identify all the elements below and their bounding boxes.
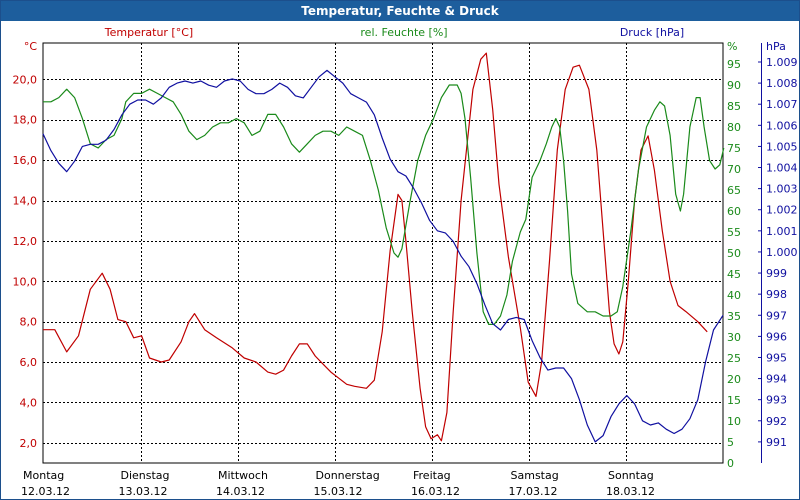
humidity-tick-label: 5 [727,436,734,449]
temperature-tick-label: 14,0 [13,195,38,208]
pressure-tick-label: 1.007 [766,98,798,111]
day-date-label: 17.03.12 [509,485,558,498]
humidity-tick-label: 70 [727,163,741,176]
temperature-tick-label: 18,0 [13,114,38,127]
temperature-tick-label: 2,0 [20,437,38,450]
temperature-line [43,52,708,442]
day-name-label: Montag [23,469,64,482]
humidity-tick-label: 55 [727,226,741,239]
temperature-tick-label: 20,0 [13,73,38,86]
humidity-tick-label: 85 [727,100,741,113]
temperature-axis-title: Temperatur [°C] [104,26,193,39]
humidity-axis-title: rel. Feuchte [%] [360,26,447,39]
humidity-tick-label: 40 [727,289,741,302]
pressure-tick-label: 1.001 [766,225,798,238]
pressure-tick-label: 996 [766,330,787,343]
humidity-tick-label: 95 [727,58,741,71]
pressure-tick-label: 998 [766,288,787,301]
humidity-tick-label: 75 [727,142,741,155]
pressure-unit-label: hPa [766,40,786,53]
temperature-tick-label: 6,0 [20,356,38,369]
humidity-tick-label: 0 [727,457,734,470]
pressure-tick-label: 1.009 [766,56,798,69]
pressure-tick-label: 1.008 [766,77,798,90]
day-date-label: 15.03.12 [314,485,363,498]
temperature-tick-label: 4,0 [20,396,38,409]
humidity-tick-label: 65 [727,184,741,197]
day-name-label: Dienstag [121,469,170,482]
day-name-label: Samstag [511,469,559,482]
pressure-tick-label: 1.005 [766,140,798,153]
pressure-tick-label: 994 [766,373,787,386]
pressure-tick-label: 1.004 [766,162,798,175]
day-date-label: 18.03.12 [606,485,655,498]
humidity-unit-label: % [727,40,737,53]
pressure-tick-label: 999 [766,267,787,280]
humidity-tick-label: 80 [727,121,741,134]
temperature-tick-label: 10,0 [13,275,38,288]
day-name-label: Sonntag [608,469,654,482]
humidity-tick-label: 10 [727,415,741,428]
pressure-axis-title: Druck [hPa] [620,26,684,39]
humidity-tick-label: 35 [727,310,741,323]
humidity-tick-label: 25 [727,352,741,365]
pressure-tick-labels: 991 992 993 994 995 996 997 998 999 1.000 1.001 1.0… [758,43,798,463]
grid [42,42,724,464]
day-name-label: Freitag [413,469,451,482]
pressure-tick-label: 995 [766,351,787,364]
pressure-tick-label: 1.003 [766,183,798,196]
chart-window: Temperatur, Feuchte & Druck 2,0 4,0 6,0 8,0… [0,0,800,500]
pressure-line [42,69,724,443]
day-date-label: 12.03.12 [21,485,70,498]
humidity-tick-label: 90 [727,79,741,92]
pressure-tick-label: 992 [766,415,787,428]
day-name-label: Mittwoch [218,469,268,482]
temperature-tick-labels: 2,0 4,0 6,0 8,0 10,0 12,0 14,0 16,0 18,0 20,0 [13,73,38,449]
pressure-tick-label: 997 [766,309,787,322]
humidity-tick-label: 45 [727,268,741,281]
pressure-tick-label: 1.000 [766,246,798,259]
series-lines [42,52,725,443]
pressure-tick-label: 1.002 [766,204,798,217]
day-date-label: 13.03.12 [119,485,168,498]
humidity-tick-labels: 0 5 10 15 20 25 30 35 40 45 50 55 60 65 70 75 80 85 90 95 [727,58,741,470]
humidity-tick-label: 50 [727,247,741,260]
temperature-unit-label: °C [24,40,38,53]
weather-chart: 2,0 4,0 6,0 8,0 10,0 12,0 14,0 16,0 18,0 20,0 0 5 1… [13,26,798,498]
day-name-label: Donnerstag [316,469,380,482]
humidity-tick-label: 30 [727,331,741,344]
humidity-tick-label: 20 [727,373,741,386]
temperature-tick-label: 16,0 [13,154,38,167]
day-date-label: 16.03.12 [411,485,460,498]
day-date-label: 14.03.12 [216,485,265,498]
pressure-tick-label: 991 [766,436,787,449]
plot-border [42,42,724,464]
day-labels: Montag 12.03.12 Dienstag 13.03.12 Mittwoch 14… [21,469,655,498]
pressure-tick-label: 1.006 [766,119,798,132]
pressure-tick-label: 993 [766,394,787,407]
temperature-tick-label: 12,0 [13,235,38,248]
humidity-tick-label: 15 [727,394,741,407]
humidity-tick-label: 60 [727,205,741,218]
temperature-tick-label: 8,0 [20,316,38,329]
